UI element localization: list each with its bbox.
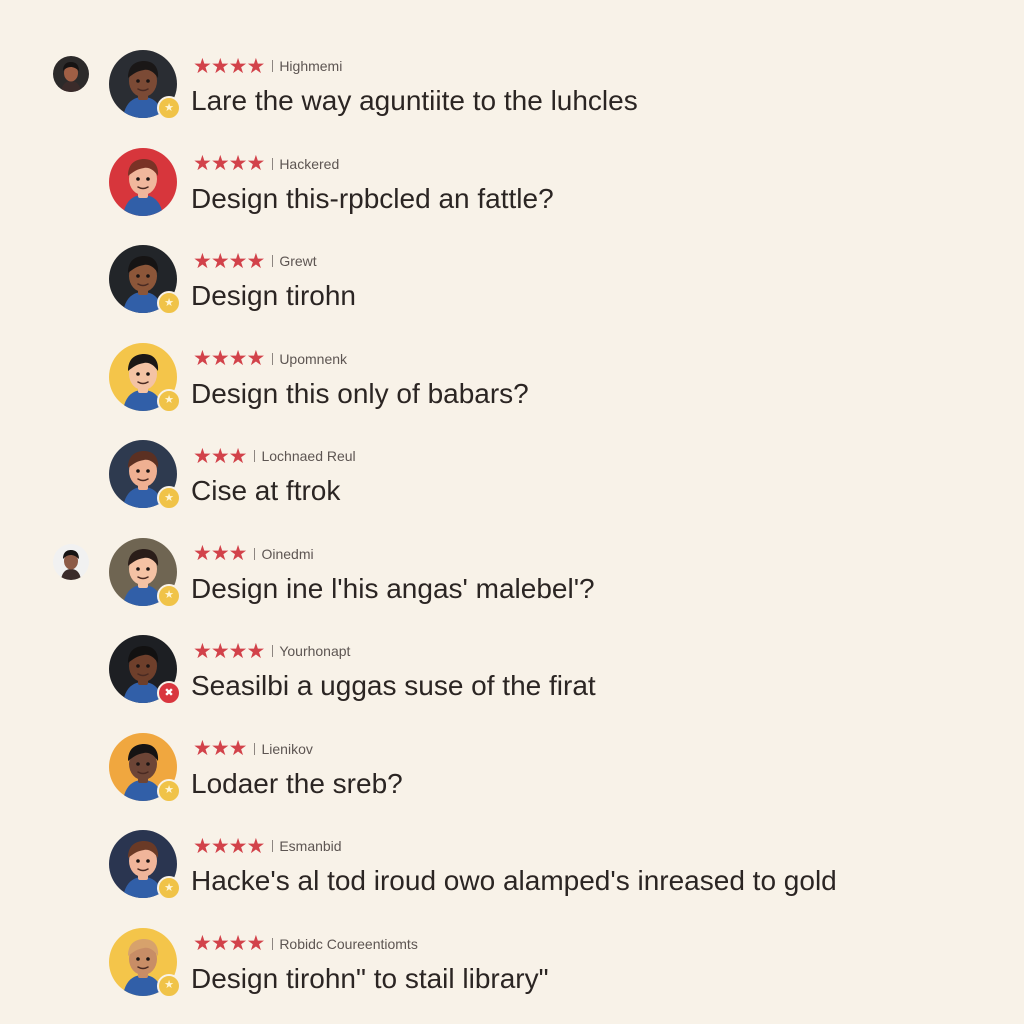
review-row[interactable]: ★ ★★★★ Upomnenk Design this only of babars?	[0, 333, 1024, 431]
reviewer-name[interactable]: Oinedmi	[261, 546, 313, 562]
meta-divider	[254, 547, 256, 560]
review-row[interactable]: ★ ★★★ Lienikov Lodaer the sreb?	[0, 723, 1024, 821]
meta-divider	[272, 937, 274, 950]
review-row[interactable]: ★ ★★★ Oinedmi Design ine l'his angas' maleb…	[0, 528, 1024, 626]
review-meta: ★★★★ Highmemi	[193, 55, 342, 77]
avatar[interactable]: ★	[109, 440, 181, 510]
avatar[interactable]: ★	[109, 732, 181, 803]
review-meta: ★★★ Lienikov	[193, 738, 313, 760]
review-comment: Cise at ftrok	[191, 475, 341, 506]
avatar[interactable]: ★	[109, 927, 181, 998]
review-meta: ★★★ Oinedmi	[193, 543, 314, 565]
star-badge-icon: ★	[157, 388, 181, 413]
rating-stars: ★★★★	[193, 152, 265, 175]
review-list: ★ ★★★★ Highmemi Lare the way aguntiite to t…	[0, 40, 1024, 1015]
star-badge-icon: ★	[157, 583, 181, 608]
rating-stars: ★★★★	[193, 249, 265, 273]
review-comment: Lodaer the sreb?	[191, 767, 403, 799]
star-badge-icon: ★	[157, 973, 181, 998]
review-comment: Lare the way aguntiite to the luhcles	[191, 85, 638, 116]
review-row[interactable]: ★ ★★★ Lochnaed Reul Cise at ftrok	[0, 430, 1024, 528]
star-badge-icon: ★	[157, 291, 181, 315]
reviewer-name[interactable]: Yourhonapt	[279, 643, 350, 659]
flag-badge-icon: ✖	[157, 681, 181, 705]
review-row[interactable]: ★★★★ Hackered Design this-rpbcled an fattl…	[0, 138, 1024, 236]
review-comment: Design tirohn" to stail library"	[191, 962, 549, 994]
reviewer-name[interactable]: Highmemi	[279, 58, 342, 74]
reviewer-name[interactable]: Lochnaed Reul	[261, 448, 355, 464]
review-row[interactable]: ★ ★★★★ Highmemi Lare the way aguntiite to t…	[0, 40, 1024, 138]
avatar[interactable]	[109, 147, 177, 216]
meta-divider	[254, 450, 256, 462]
rating-stars: ★★★★	[193, 834, 265, 858]
meta-divider	[254, 742, 256, 755]
review-meta: ★★★★ Robidc Coureentiomts	[193, 933, 418, 955]
avatar[interactable]: ★	[109, 830, 181, 900]
review-comment: Design this-rpbcled an fattle?	[191, 182, 554, 214]
review-meta: ★★★ Lochnaed Reul	[193, 445, 356, 467]
review-meta: ★★★★ Grewt	[193, 250, 317, 272]
rating-stars: ★★★★	[193, 54, 265, 78]
review-comment: Hacke's al tod iroud owo alamped's inrea…	[191, 865, 837, 896]
reviewer-name[interactable]: Esmanbid	[279, 838, 341, 854]
mini-avatar[interactable]	[53, 543, 89, 580]
star-badge-icon: ★	[157, 486, 181, 510]
star-badge-icon: ★	[157, 876, 181, 900]
review-row[interactable]: ★ ★★★★ Robidc Coureentiomts Design tirohn" …	[0, 918, 1024, 1016]
review-row[interactable]: ★ ★★★★ Grewt Design tirohn	[0, 235, 1024, 333]
avatar[interactable]: ★	[109, 342, 181, 413]
rating-stars: ★★★	[193, 542, 247, 565]
review-comment: Design this only of babars?	[191, 377, 529, 409]
review-row[interactable]: ✖ ★★★★ Yourhonapt Seasilbi a uggas suse of …	[0, 625, 1024, 723]
avatar[interactable]: ★	[109, 537, 181, 608]
review-meta: ★★★★ Esmanbid	[193, 835, 342, 857]
avatar[interactable]: ★	[109, 245, 181, 315]
review-row[interactable]: ★ ★★★★ Esmanbid Hacke's al tod iroud owo al…	[0, 820, 1024, 918]
meta-divider	[272, 60, 274, 72]
reviewer-name[interactable]: Robidc Coureentiomts	[279, 936, 418, 952]
review-meta: ★★★★ Upomnenk	[193, 348, 347, 370]
meta-divider	[272, 157, 274, 170]
meta-divider	[272, 352, 274, 365]
reviewer-name[interactable]: Upomnenk	[279, 351, 347, 367]
meta-divider	[272, 255, 274, 267]
star-badge-icon: ★	[157, 778, 181, 803]
review-comment: Design ine l'his angas' malebel'?	[191, 572, 595, 604]
reviewer-name[interactable]: Grewt	[279, 253, 316, 269]
rating-stars: ★★★	[193, 444, 247, 468]
rating-stars: ★★★	[193, 737, 247, 760]
reviewer-name[interactable]: Lienikov	[261, 741, 312, 757]
avatar[interactable]: ✖	[109, 635, 181, 705]
avatar[interactable]: ★	[109, 50, 181, 120]
review-comment: Seasilbi a uggas suse of the firat	[191, 670, 596, 701]
reviewer-name[interactable]: Hackered	[279, 156, 339, 172]
review-meta: ★★★★ Hackered	[193, 153, 339, 175]
rating-stars: ★★★★	[193, 347, 265, 370]
review-feed-page: ★ ★★★★ Highmemi Lare the way aguntiite to t…	[0, 0, 1024, 1024]
rating-stars: ★★★★	[193, 639, 265, 663]
meta-divider	[272, 645, 274, 657]
review-comment: Design tirohn	[191, 280, 356, 311]
meta-divider	[272, 840, 274, 852]
star-badge-icon: ★	[157, 96, 181, 120]
rating-stars: ★★★★	[193, 932, 265, 955]
mini-avatar[interactable]	[53, 56, 89, 92]
review-meta: ★★★★ Yourhonapt	[193, 640, 350, 662]
